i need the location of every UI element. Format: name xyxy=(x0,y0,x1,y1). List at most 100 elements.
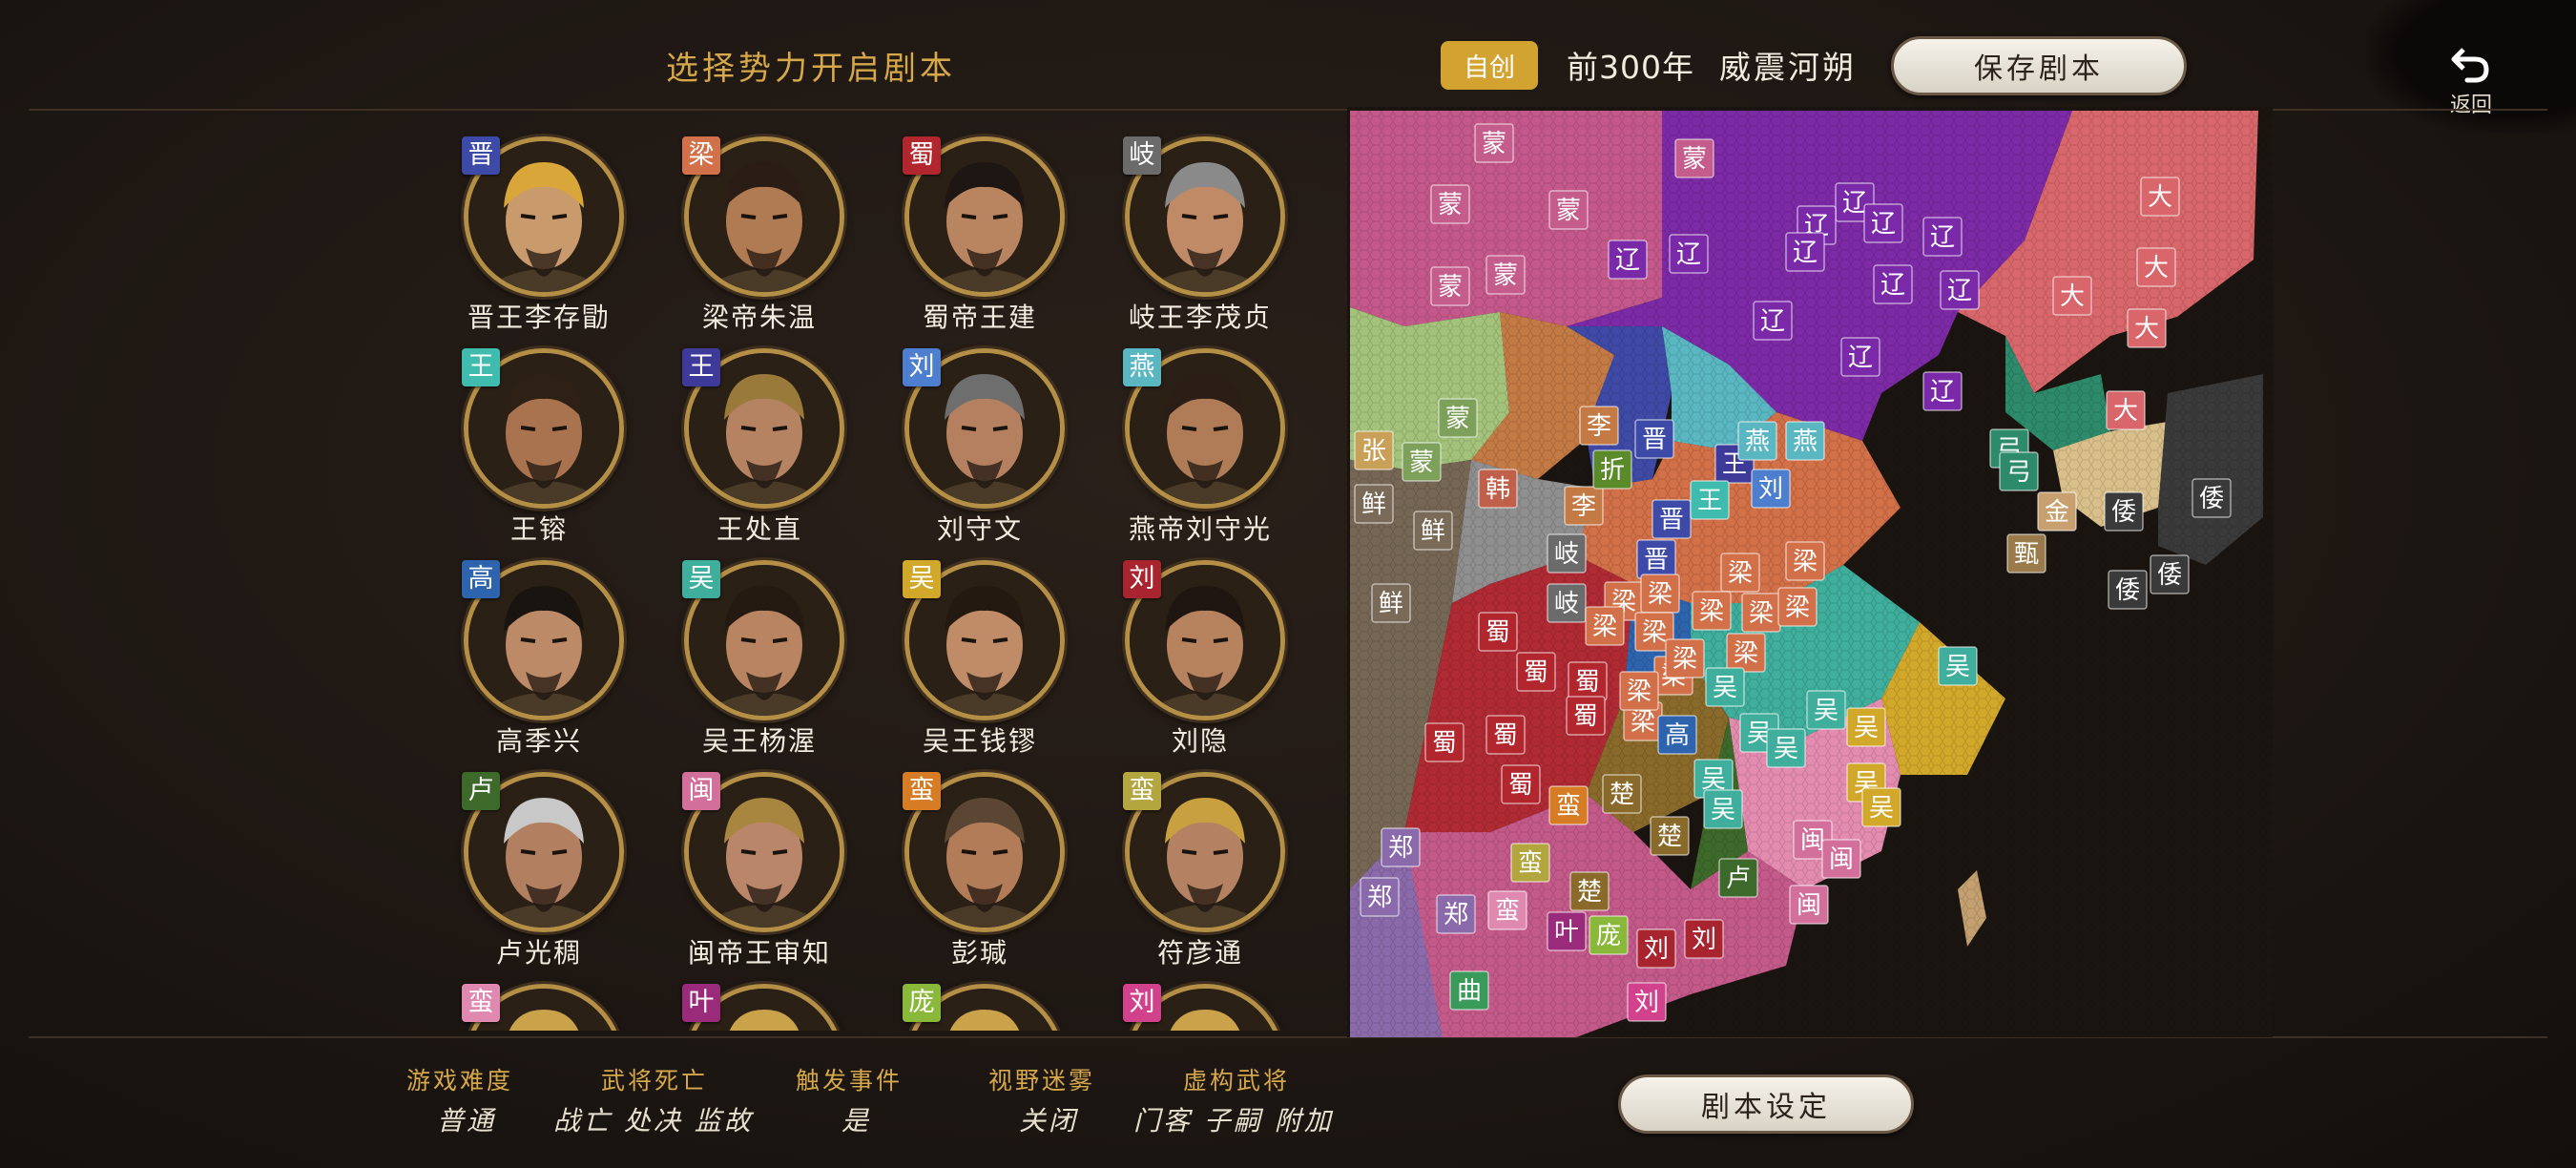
map-faction-label[interactable]: 梁 xyxy=(1640,574,1680,614)
faction-card[interactable]: 闽闽帝王审知 xyxy=(659,755,850,969)
map-faction-label[interactable]: 刘 xyxy=(1751,469,1791,509)
map-faction-label[interactable]: 蜀 xyxy=(1478,612,1518,652)
map-faction-label[interactable]: 辽 xyxy=(1753,301,1793,341)
map-faction-label[interactable]: 晋 xyxy=(1634,419,1674,459)
map-faction-label[interactable]: 蜀 xyxy=(1516,652,1556,692)
map-faction-label[interactable]: 倭 xyxy=(2108,570,2148,610)
map-faction-label[interactable]: 蒙 xyxy=(1402,442,1442,482)
faction-card[interactable]: 高高季兴 xyxy=(439,543,630,757)
map-faction-label[interactable]: 晋 xyxy=(1636,539,1676,579)
map-faction-label[interactable]: 蒙 xyxy=(1548,190,1589,230)
map-faction-label[interactable]: 吴 xyxy=(1938,646,1978,686)
map-faction-label[interactable]: 蛮 xyxy=(1487,890,1527,930)
faction-card[interactable]: 蛮 xyxy=(439,967,630,1031)
faction-card[interactable]: 吴吴王钱镠 xyxy=(880,543,1070,757)
faction-card[interactable]: 王王镕 xyxy=(439,331,630,545)
map-faction-label[interactable]: 鲜 xyxy=(1354,484,1394,524)
map-faction-label[interactable]: 梁 xyxy=(1665,638,1705,678)
faction-card[interactable]: 叶 xyxy=(659,967,850,1031)
map-faction-label[interactable]: 吴 xyxy=(1703,789,1743,829)
map-faction-label[interactable]: 吴 xyxy=(1861,787,1901,827)
map-faction-label[interactable]: 庞 xyxy=(1589,915,1629,955)
map-faction-label[interactable]: 蛮 xyxy=(1510,843,1550,883)
faction-card[interactable]: 蜀蜀帝王建 xyxy=(880,119,1070,333)
map-faction-label[interactable]: 辽 xyxy=(1669,234,1709,274)
map-faction-label[interactable]: 岐 xyxy=(1547,533,1587,574)
map-faction-label[interactable]: 卢 xyxy=(1718,858,1758,898)
faction-card[interactable]: 蛮符彦通 xyxy=(1100,755,1291,969)
map-faction-label[interactable]: 张 xyxy=(1354,430,1394,470)
map-faction-label[interactable]: 辽 xyxy=(1608,240,1648,280)
map-faction-label[interactable]: 倭 xyxy=(2104,491,2144,532)
map-faction-label[interactable]: 蒙 xyxy=(1430,184,1470,224)
map-faction-label[interactable]: 辽 xyxy=(1785,232,1825,272)
map-faction-label[interactable]: 韩 xyxy=(1478,469,1518,509)
faction-card[interactable]: 岐岐王李茂贞 xyxy=(1100,119,1291,333)
map-faction-label[interactable]: 蜀 xyxy=(1501,764,1541,804)
map-faction-label[interactable]: 蒙 xyxy=(1474,123,1514,163)
map-faction-label[interactable]: 大 xyxy=(2106,390,2146,430)
map-faction-label[interactable]: 刘 xyxy=(1684,919,1724,959)
map-faction-label[interactable]: 大 xyxy=(2140,177,2180,217)
map-faction-label[interactable]: 楚 xyxy=(1569,871,1610,911)
map-faction-label[interactable]: 梁 xyxy=(1692,591,1732,631)
map-faction-label[interactable]: 王 xyxy=(1690,480,1730,520)
map-faction-label[interactable]: 晋 xyxy=(1652,499,1692,539)
map-faction-label[interactable]: 燕 xyxy=(1737,421,1777,461)
map-faction-label[interactable]: 辽 xyxy=(1840,337,1880,377)
map-faction-label[interactable]: 梁 xyxy=(1777,587,1818,627)
map-faction-label[interactable]: 闽 xyxy=(1821,839,1861,879)
map-faction-label[interactable]: 吴 xyxy=(1705,667,1745,707)
map-faction-label[interactable]: 大 xyxy=(2136,247,2176,287)
save-scenario-button[interactable]: 保存剧本 xyxy=(1891,36,2187,95)
map-faction-label[interactable]: 折 xyxy=(1592,449,1632,490)
faction-card[interactable]: 燕燕帝刘守光 xyxy=(1100,331,1291,545)
map-faction-label[interactable]: 金 xyxy=(2037,491,2077,532)
faction-card[interactable]: 晋晋王李存勖 xyxy=(439,119,630,333)
map-faction-label[interactable]: 辽 xyxy=(1922,371,1963,411)
map-faction-label[interactable]: 倭 xyxy=(2150,554,2190,594)
map-faction-label[interactable]: 大 xyxy=(2052,276,2092,316)
map-faction-label[interactable]: 蜀 xyxy=(1485,715,1526,755)
map-faction-label[interactable]: 梁 xyxy=(1619,671,1659,711)
map-faction-label[interactable]: 甄 xyxy=(2006,533,2046,574)
map-faction-label[interactable]: 蜀 xyxy=(1424,722,1465,762)
map-faction-label[interactable]: 辽 xyxy=(1940,270,1980,310)
faction-card[interactable]: 刘 xyxy=(1100,967,1291,1031)
back-button[interactable]: 返回 xyxy=(2414,46,2528,122)
map-faction-label[interactable]: 辽 xyxy=(1922,217,1963,257)
map-faction-label[interactable]: 梁 xyxy=(1741,593,1781,633)
faction-card[interactable]: 庞 xyxy=(880,967,1070,1031)
map-faction-label[interactable]: 鲜 xyxy=(1371,583,1411,623)
map-faction-label[interactable]: 梁 xyxy=(1585,606,1625,646)
faction-card[interactable]: 刘刘守文 xyxy=(880,331,1070,545)
map-faction-label[interactable]: 梁 xyxy=(1726,633,1766,673)
map-faction-label[interactable]: 蒙 xyxy=(1430,266,1470,306)
map-faction-label[interactable]: 叶 xyxy=(1547,911,1587,951)
map-faction-label[interactable]: 楚 xyxy=(1650,816,1690,856)
map-faction-label[interactable]: 蒙 xyxy=(1438,398,1478,438)
map-faction-label[interactable]: 高 xyxy=(1657,715,1697,755)
faction-card[interactable]: 刘刘隐 xyxy=(1100,543,1291,757)
map-faction-label[interactable]: 李 xyxy=(1579,406,1619,446)
map-faction-label[interactable]: 曲 xyxy=(1449,970,1489,1011)
map-faction-label[interactable]: 大 xyxy=(2127,308,2167,348)
map-faction-label[interactable]: 吴 xyxy=(1766,728,1806,768)
map-faction-label[interactable]: 燕 xyxy=(1785,421,1825,461)
map-faction-label[interactable]: 倭 xyxy=(2192,478,2232,518)
map-faction-label[interactable]: 蜀 xyxy=(1566,696,1606,736)
map-faction-label[interactable]: 弓 xyxy=(1999,451,2039,491)
map-faction-label[interactable]: 吴 xyxy=(1806,690,1846,730)
map-faction-label[interactable]: 蜀 xyxy=(1568,661,1608,701)
map-faction-label[interactable]: 岐 xyxy=(1547,583,1587,623)
map-faction-label[interactable]: 刘 xyxy=(1627,982,1667,1022)
map-faction-label[interactable]: 李 xyxy=(1564,486,1604,526)
map-faction-label[interactable]: 梁 xyxy=(1720,553,1760,593)
faction-card[interactable]: 蛮彭瑊 xyxy=(880,755,1070,969)
scenario-settings-button[interactable]: 剧本设定 xyxy=(1618,1074,1914,1134)
map-faction-label[interactable]: 郑 xyxy=(1436,894,1476,934)
map-faction-label[interactable]: 郑 xyxy=(1381,827,1421,867)
faction-card[interactable]: 王王处直 xyxy=(659,331,850,545)
map-faction-label[interactable]: 辽 xyxy=(1863,203,1903,243)
map-faction-label[interactable]: 刘 xyxy=(1636,928,1676,969)
